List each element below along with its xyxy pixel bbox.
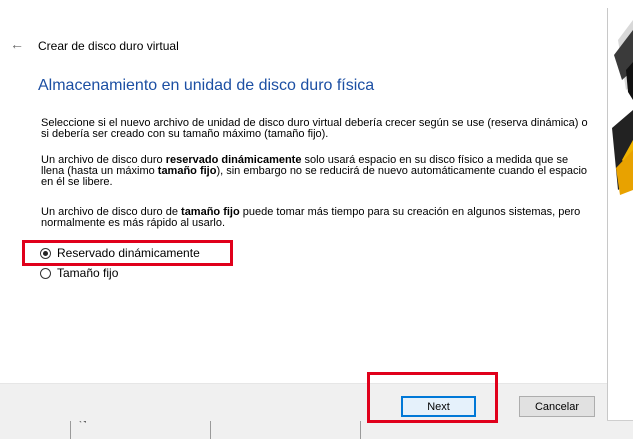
- annotation-highlight-box: [367, 372, 498, 423]
- annotation-highlight-box: [22, 240, 233, 266]
- radio-option-fixed[interactable]: Tamaño fijo: [40, 265, 118, 281]
- dialog-top-edge: [0, 0, 608, 8]
- page-title: Almacenamiento en unidad de disco duro f…: [38, 77, 375, 94]
- screen: 22 ← Crear de disco duro virtual Almacen…: [0, 0, 633, 439]
- background-cell: [0, 421, 71, 439]
- description-paragraph-1: Seleccione si el nuevo archivo de unidad…: [41, 117, 588, 140]
- background-cell: [210, 421, 361, 439]
- back-arrow-icon[interactable]: ←: [10, 37, 24, 51]
- radio-option-label: Tamaño fijo: [57, 266, 119, 280]
- virtualbox-logo-art: [608, 0, 633, 439]
- description-paragraph-2: Un archivo de disco duro reservado dinám…: [41, 155, 589, 188]
- dialog-footer: [0, 383, 607, 421]
- background-window-strip: 22: [0, 413, 633, 439]
- para2-bold-fixed: tamaño fijo: [157, 165, 217, 177]
- dialog-header-title: Crear de disco duro virtual: [38, 39, 179, 53]
- cancel-button[interactable]: Cancelar: [519, 396, 595, 417]
- description-paragraph-3: Un archivo de disco duro de tamaño fijo …: [41, 207, 589, 229]
- background-cell: [70, 421, 211, 439]
- radio-unselected-icon[interactable]: [40, 267, 51, 279]
- create-virtual-disk-dialog: ← Crear de disco duro virtual Almacenami…: [0, 0, 608, 423]
